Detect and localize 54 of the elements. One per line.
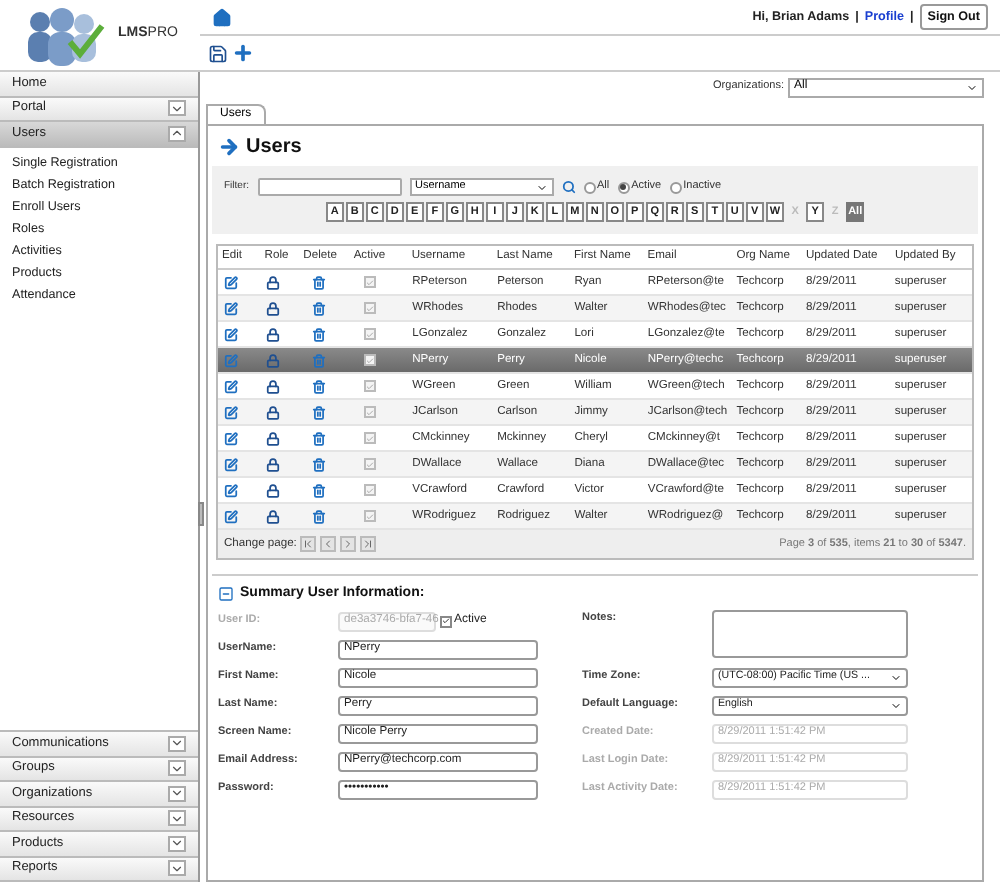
chevron-icon[interactable] bbox=[168, 810, 186, 827]
trash-icon[interactable] bbox=[311, 301, 326, 315]
edit-icon[interactable] bbox=[224, 405, 238, 419]
trash-icon[interactable] bbox=[311, 405, 326, 419]
trash-icon[interactable] bbox=[311, 327, 326, 341]
lock-icon[interactable] bbox=[266, 509, 281, 523]
chevron-icon[interactable] bbox=[168, 860, 186, 877]
edit-icon[interactable] bbox=[224, 379, 238, 393]
filter-field[interactable] bbox=[257, 178, 401, 196]
trash-icon[interactable] bbox=[311, 379, 326, 393]
edit-icon[interactable] bbox=[224, 301, 238, 315]
lock-icon[interactable] bbox=[266, 483, 281, 497]
edit-icon[interactable] bbox=[224, 457, 238, 471]
chevron-icon[interactable] bbox=[168, 760, 186, 777]
dropdown-icon bbox=[966, 81, 978, 93]
lock-icon[interactable] bbox=[266, 275, 281, 289]
save-icon[interactable] bbox=[208, 43, 228, 63]
edit-icon[interactable] bbox=[224, 509, 238, 523]
lock-icon[interactable] bbox=[266, 431, 281, 445]
lock-icon[interactable] bbox=[266, 457, 281, 471]
splitter-handle[interactable] bbox=[198, 502, 204, 526]
lock-icon[interactable] bbox=[266, 405, 281, 419]
page-title: Users bbox=[246, 133, 302, 161]
lock-icon[interactable] bbox=[266, 379, 281, 393]
arrow-icon bbox=[218, 135, 240, 157]
edit-icon[interactable] bbox=[224, 431, 238, 445]
search-icon[interactable] bbox=[561, 180, 575, 194]
edit-icon[interactable] bbox=[224, 275, 238, 289]
pager-button[interactable] bbox=[360, 536, 377, 552]
lock-icon[interactable] bbox=[266, 301, 281, 315]
collapse-icon[interactable] bbox=[218, 586, 234, 602]
chevron-icon[interactable] bbox=[168, 125, 186, 142]
home-icon[interactable] bbox=[212, 7, 232, 27]
trash-icon[interactable] bbox=[311, 275, 326, 289]
trash-icon[interactable] bbox=[311, 431, 326, 445]
chevron-icon[interactable] bbox=[168, 100, 186, 117]
radio-button[interactable] bbox=[669, 181, 682, 193]
radio-button[interactable] bbox=[583, 181, 595, 193]
edit-icon[interactable] bbox=[224, 327, 238, 341]
trash-icon[interactable] bbox=[311, 509, 326, 523]
pager-button[interactable] bbox=[300, 536, 317, 552]
edit-icon[interactable] bbox=[224, 483, 238, 497]
trash-icon[interactable] bbox=[311, 483, 326, 497]
dropdown-icon bbox=[890, 671, 902, 683]
add-icon[interactable] bbox=[232, 42, 254, 64]
chevron-icon[interactable] bbox=[168, 835, 186, 852]
dropdown-icon bbox=[535, 181, 547, 193]
chevron-icon[interactable] bbox=[168, 735, 186, 752]
notes-field[interactable] bbox=[712, 610, 908, 658]
dropdown-icon bbox=[890, 699, 902, 711]
trash-icon[interactable] bbox=[311, 457, 326, 471]
lock-icon[interactable] bbox=[266, 327, 281, 341]
chevron-icon[interactable] bbox=[168, 785, 186, 802]
radio-button[interactable] bbox=[617, 181, 630, 193]
